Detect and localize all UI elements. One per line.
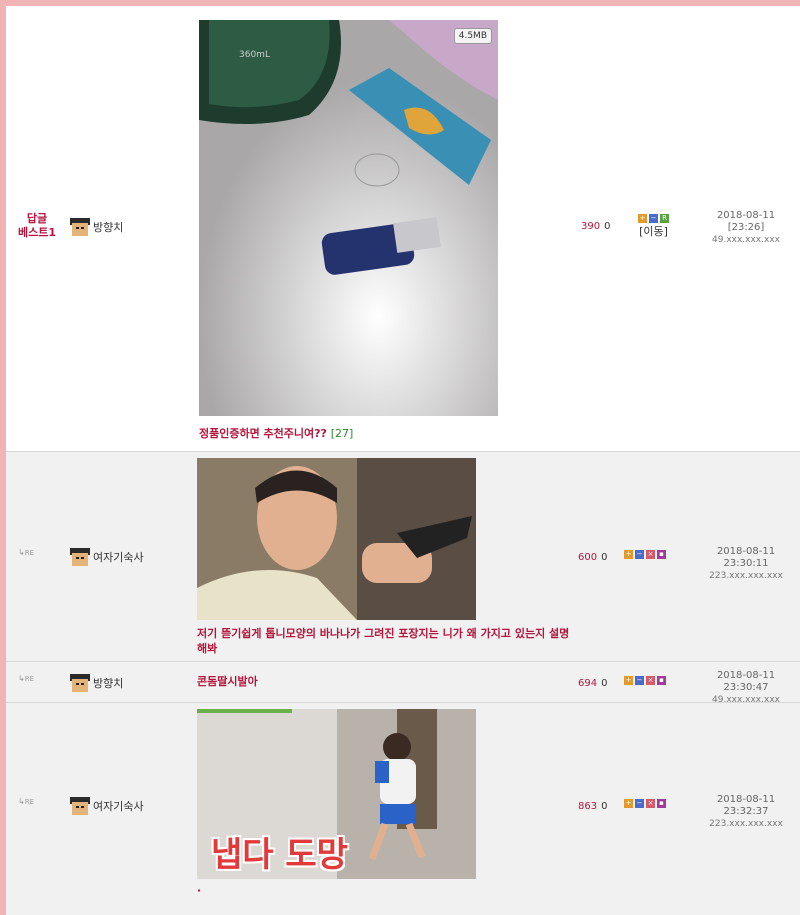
zero-value: 0 <box>601 678 608 689</box>
reply-title[interactable]: · <box>197 883 201 898</box>
best-reply-row: 답글 베스트1 방향치 4.5MB 360mL 정품인증하면 추천주니여?? [… <box>6 6 800 452</box>
movie-still <box>197 458 476 620</box>
plus-icon[interactable]: + <box>638 214 647 223</box>
bottle-label: 360mL <box>239 50 270 60</box>
reply-row: ↳RE 여자기숙사 저기 뜯기쉽게 톱니모양의 바나나가 그려진 포장지는 니가… <box>6 452 800 662</box>
minus-icon[interactable]: − <box>635 550 644 559</box>
time-text: [23:26] <box>727 222 765 233</box>
zero-value: 0 <box>601 552 608 563</box>
action-buttons: + − × ▪ <box>624 799 666 808</box>
close-icon[interactable]: × <box>646 550 655 559</box>
author[interactable]: 방향치 <box>70 674 123 692</box>
ip-text: 223.xxx.xxx.xxx <box>709 819 783 829</box>
minus-icon[interactable]: − <box>635 799 644 808</box>
author-name[interactable]: 방향치 <box>93 675 123 691</box>
reply-icon[interactable]: R <box>660 214 669 223</box>
re-marker: ↳RE <box>18 548 34 557</box>
score: 390 0 <box>581 221 610 232</box>
best-label: 답글 베스트1 <box>17 212 56 239</box>
plus-icon[interactable]: + <box>624 676 633 685</box>
comment-count[interactable]: [27] <box>331 427 354 440</box>
zero-value: 0 <box>604 221 611 232</box>
close-icon[interactable]: × <box>646 676 655 685</box>
post-image[interactable]: 4.5MB 360mL <box>199 20 498 416</box>
score: 863 0 <box>578 801 607 812</box>
datetime-text: 2018-08-11 23:30:11 <box>716 546 776 569</box>
author-name[interactable]: 여자기숙사 <box>93 549 144 565</box>
score: 600 0 <box>578 552 607 563</box>
action-group: + − R [이동] <box>638 214 669 239</box>
author-name[interactable]: 방향치 <box>93 219 123 235</box>
action-buttons: + − R <box>638 214 669 223</box>
delete-icon[interactable]: ▪ <box>657 550 666 559</box>
ip-text: 223.xxx.xxx.xxx <box>709 571 783 581</box>
minus-icon[interactable]: − <box>635 676 644 685</box>
post-date: 2018-08-11 23:30:47 49.xxx.xxx.xxx <box>696 670 796 706</box>
score-value: 863 <box>578 801 598 812</box>
author-name[interactable]: 여자기숙사 <box>93 798 144 814</box>
reply-row: ↳RE 여자기숙사 냅다 도망 · 863 0 + − × ▪ 2018-08-1… <box>6 703 800 915</box>
post-title[interactable]: 정품인증하면 추천주니여?? [27] <box>199 426 353 441</box>
avatar-icon <box>70 674 90 692</box>
score: 694 0 <box>578 678 607 689</box>
action-buttons: + − × ▪ <box>624 550 666 559</box>
post-title-text[interactable]: 정품인증하면 추천주니여?? <box>199 427 327 440</box>
score-value: 694 <box>578 678 598 689</box>
avatar-icon <box>70 548 90 566</box>
re-marker: ↳RE <box>18 674 34 683</box>
post-date: 2018-08-11 23:32:37 223.xxx.xxx.xxx <box>696 794 796 830</box>
author[interactable]: 여자기숙사 <box>70 548 144 566</box>
author[interactable]: 여자기숙사 <box>70 797 144 815</box>
score-value: 600 <box>578 552 598 563</box>
datetime-text: 2018-08-11 23:32:37 <box>716 794 776 817</box>
zero-value: 0 <box>601 801 608 812</box>
reply-title[interactable]: 저기 뜯기쉽게 톱니모양의 바나나가 그려진 포장지는 니가 왜 가지고 있는지… <box>197 626 572 656</box>
image-caption: 냅다 도망 <box>211 835 348 875</box>
plus-icon[interactable]: + <box>624 550 633 559</box>
file-size-badge: 4.5MB <box>453 28 492 44</box>
reply-row: ↳RE 방향치 콘돔딸시발아 694 0 + − × ▪ 2018-08-11 2… <box>6 662 800 706</box>
reply-title[interactable]: 콘돔딸시발아 <box>197 674 258 689</box>
usb-photo <box>199 20 498 416</box>
date-text: 2018-08-11 <box>716 210 776 221</box>
move-link[interactable]: [이동] <box>638 223 669 239</box>
reply-image[interactable] <box>197 458 476 620</box>
avatar-icon <box>70 797 90 815</box>
action-buttons: + − × ▪ <box>624 676 666 685</box>
minus-icon[interactable]: − <box>649 214 658 223</box>
delete-icon[interactable]: ▪ <box>657 676 666 685</box>
post-date: 2018-08-11 23:30:11 223.xxx.xxx.xxx <box>696 546 796 582</box>
avatar-icon <box>70 218 90 236</box>
ip-text: 49.xxx.xxx.xxx <box>712 235 780 245</box>
datetime-text: 2018-08-11 23:30:47 <box>716 670 776 693</box>
plus-icon[interactable]: + <box>624 799 633 808</box>
re-marker: ↳RE <box>18 797 34 806</box>
score-value: 390 <box>581 221 601 232</box>
reply-image[interactable]: 냅다 도망 <box>197 709 476 879</box>
delete-icon[interactable]: ▪ <box>657 799 666 808</box>
close-icon[interactable]: × <box>646 799 655 808</box>
author[interactable]: 방향치 <box>70 218 123 236</box>
post-date: 2018-08-11 [23:26] 49.xxx.xxx.xxx <box>704 210 788 246</box>
